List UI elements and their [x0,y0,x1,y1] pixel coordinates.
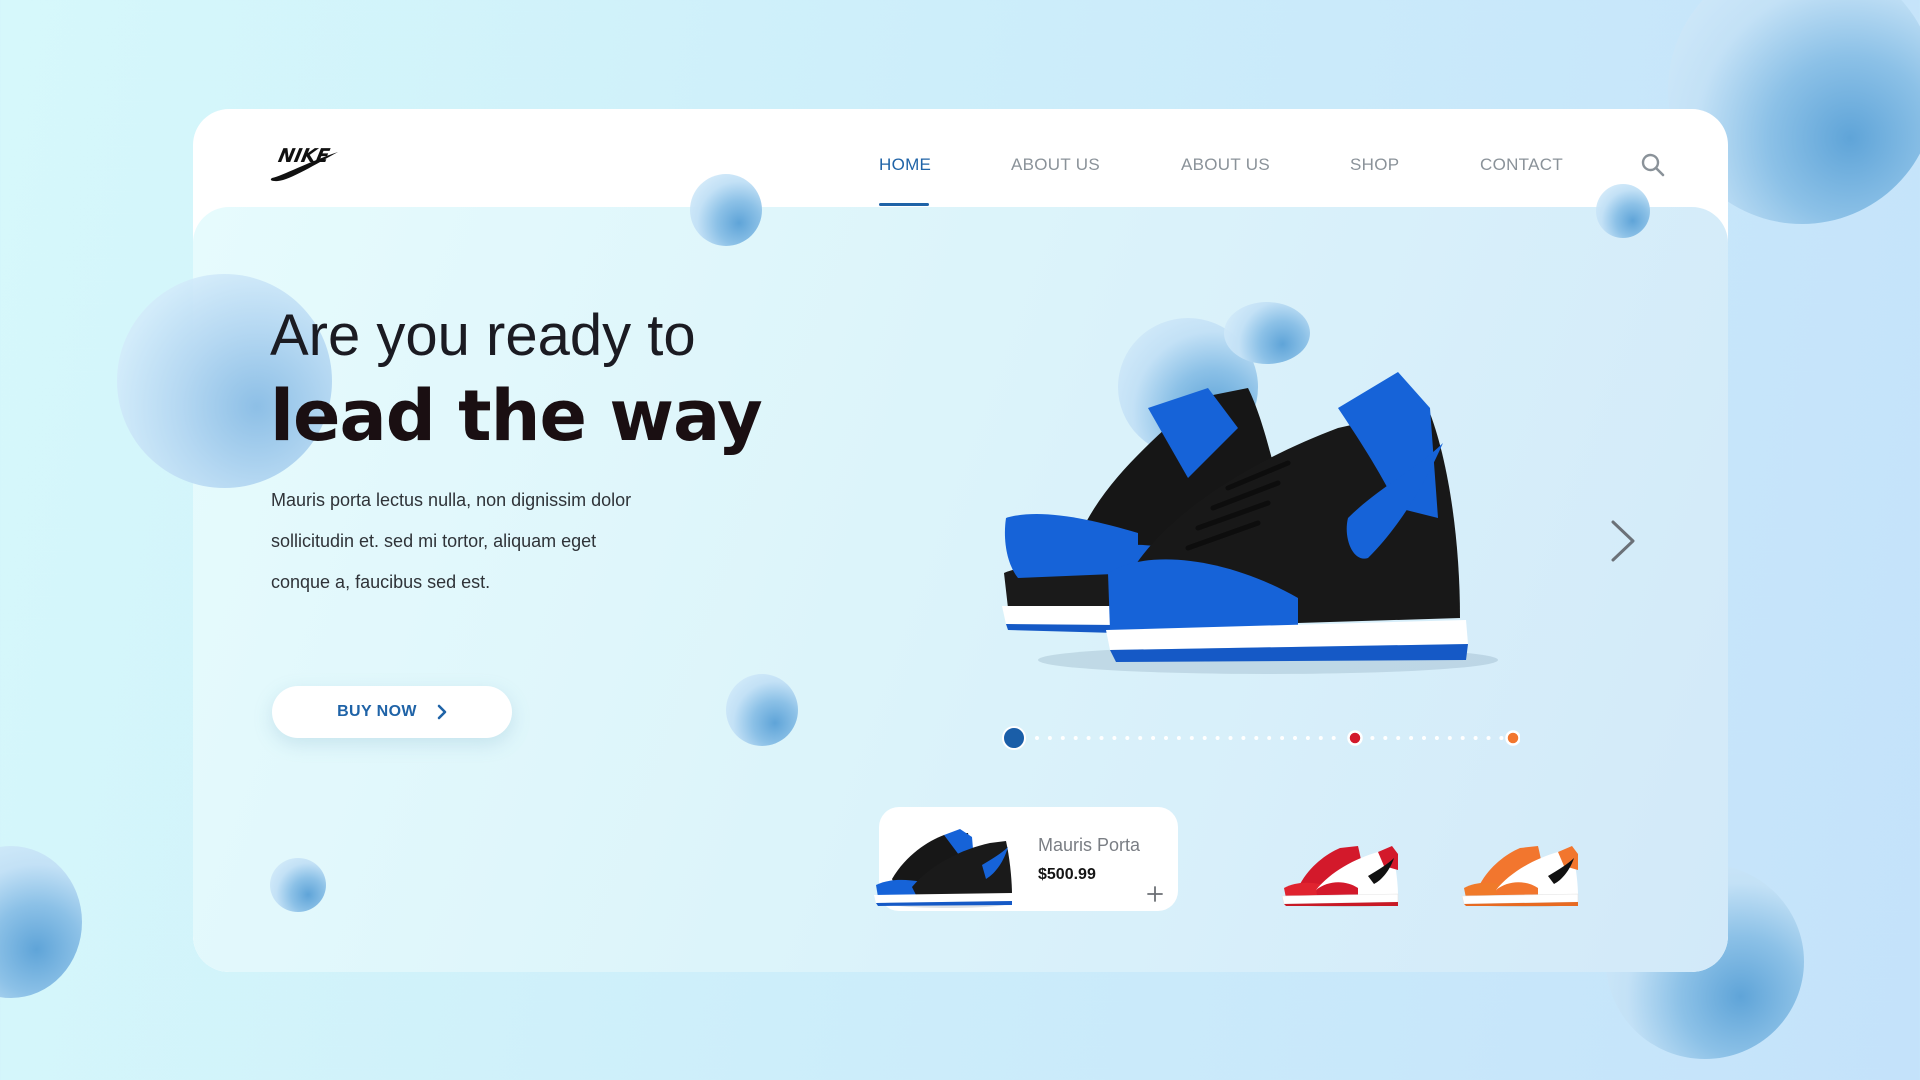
carousel-dot[interactable] [1176,736,1181,740]
nav-active-indicator [879,203,929,206]
carousel-dot[interactable] [1073,736,1078,740]
carousel-next-button[interactable] [1608,518,1638,564]
carousel-dot[interactable] [1434,736,1439,740]
carousel-dot[interactable] [1422,736,1426,740]
nike-logo[interactable]: NIKE [268,140,340,182]
decor-bubble-lower-left [270,858,326,912]
hero-headline-line2: lead the way [270,375,763,457]
carousel-marker-1[interactable] [1347,730,1363,746]
carousel-dot[interactable] [1060,736,1065,740]
logo-text: NIKE [276,144,331,167]
carousel-dot[interactable] [1189,736,1194,740]
nav-item-shop[interactable]: SHOP [1350,155,1399,175]
decor-bubble-left-edge [0,846,82,998]
carousel-dot[interactable] [1396,736,1401,740]
carousel-dot[interactable] [1164,736,1168,740]
carousel-dot[interactable] [1215,736,1220,740]
carousel-dot[interactable] [1473,736,1478,740]
carousel-marker-2[interactable] [1505,730,1520,746]
carousel-dot[interactable] [1228,736,1233,740]
decor-bubble-shoe-small [1224,302,1310,364]
product-name: Mauris Porta [1038,835,1141,855]
hero-headline-line1: Are you ready to [270,303,696,368]
plus-icon[interactable] [1146,885,1164,903]
product-thumbnail-red[interactable] [1280,836,1404,908]
hero-sneaker-image [998,368,1522,680]
nav-item-about-us[interactable]: ABOUT US [1011,155,1100,175]
decor-bubble-mid [726,674,798,746]
decor-bubble-nav [690,174,762,246]
carousel-dot[interactable] [1486,736,1491,740]
carousel-dot[interactable] [1499,736,1504,740]
carousel-dot[interactable] [1138,736,1143,740]
carousel-dot[interactable] [1409,736,1414,740]
chevron-right-icon [437,704,447,720]
carousel-dot[interactable] [1202,736,1207,740]
carousel-dot[interactable] [1086,736,1091,740]
nav-item-about-us-2[interactable]: ABOUT US [1181,155,1270,175]
search-icon[interactable] [1640,152,1666,178]
carousel-dot[interactable] [1254,736,1259,740]
carousel-dot[interactable] [1035,736,1039,740]
carousel-dot[interactable] [1151,736,1156,740]
nav-item-home[interactable]: HOME [879,155,931,175]
carousel-indicator[interactable] [1000,726,1520,750]
buy-now-button[interactable]: BUY NOW [272,686,512,738]
carousel-dot[interactable] [1331,736,1336,740]
carousel-dot[interactable] [1318,736,1323,740]
carousel-dot[interactable] [1370,736,1375,740]
carousel-dot[interactable] [1293,736,1297,740]
carousel-dot[interactable] [1125,736,1130,740]
product-thumbnail-orange[interactable] [1460,836,1584,908]
hero-description-line1: Mauris porta lectus nulla, non dignissim… [271,490,632,510]
carousel-dot[interactable] [1099,736,1104,740]
carousel-dot[interactable] [1267,736,1272,740]
decor-bubble-nav-right [1596,184,1650,238]
carousel-dot[interactable] [1241,736,1246,740]
carousel-dot[interactable] [1112,736,1117,740]
carousel-dot[interactable] [1047,736,1052,740]
carousel-dot[interactable] [1280,736,1285,740]
buy-now-label: BUY NOW [337,703,417,720]
product-price: $500.99 [1038,866,1096,883]
carousel-marker-0[interactable] [1002,726,1026,750]
nav-item-contact[interactable]: CONTACT [1480,155,1563,175]
carousel-dot[interactable] [1460,736,1465,740]
carousel-dot[interactable] [1305,736,1310,740]
hero-description-line2: sollicitudin et. sed mi tortor, aliquam … [271,531,597,551]
hero-description-line3: conque a, faucibus sed est. [271,572,491,592]
product-thumbnail-blue[interactable] [872,825,1018,909]
carousel-dot[interactable] [1447,736,1452,740]
carousel-dot[interactable] [1383,736,1388,740]
